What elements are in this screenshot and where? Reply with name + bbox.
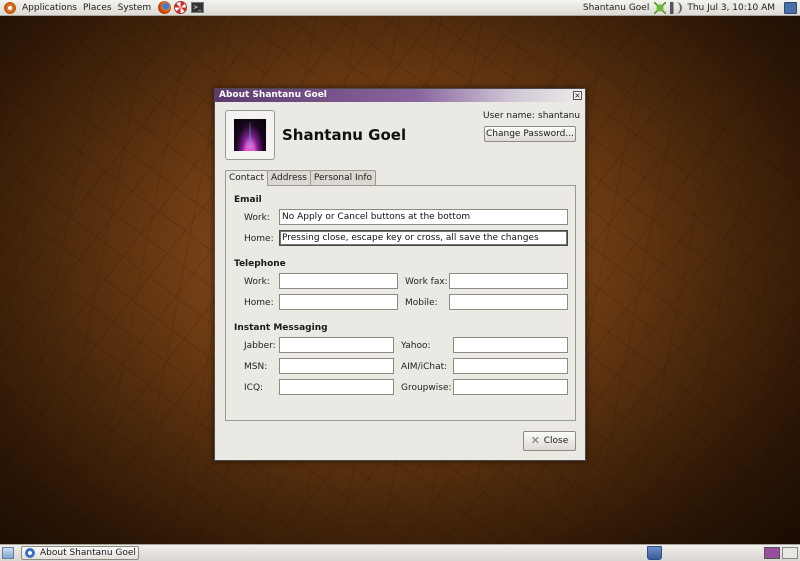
jabber-label: Jabber: <box>244 341 276 351</box>
telephone-section-title: Telephone <box>234 259 286 269</box>
groupwise-field[interactable] <box>453 379 568 395</box>
tab-personal-info[interactable]: Personal Info <box>309 170 377 185</box>
window-close-icon[interactable]: × <box>573 91 582 100</box>
phone-work-field[interactable] <box>279 273 398 289</box>
work-fax-label: Work fax: <box>405 277 448 287</box>
window-titlebar[interactable]: About Shantanu Goel × <box>215 89 585 102</box>
window-title: About Shantanu Goel <box>219 90 327 100</box>
phone-home-field[interactable] <box>279 294 398 310</box>
tab-address[interactable]: Address <box>267 170 311 185</box>
firefox-launcher-icon[interactable] <box>158 1 172 14</box>
yahoo-label: Yahoo: <box>401 341 431 351</box>
help-launcher-icon[interactable] <box>174 1 188 14</box>
ubuntu-logo-icon <box>4 1 16 14</box>
top-panel: Applications Places System >_ Shantanu G… <box>0 0 800 16</box>
aim-field[interactable] <box>453 358 568 374</box>
im-section-title: Instant Messaging <box>234 323 328 333</box>
applications-menu[interactable]: Applications <box>19 0 80 16</box>
email-section-title: Email <box>234 195 262 205</box>
taskbar-window-button[interactable]: About Shantanu Goel <box>21 546 139 560</box>
icq-label: ICQ: <box>244 383 264 393</box>
icq-field[interactable] <box>279 379 394 395</box>
phone-work-label: Work: <box>244 277 270 287</box>
email-work-label: Work: <box>244 213 270 223</box>
username-label: User name: <box>483 111 535 121</box>
trash-icon[interactable] <box>647 546 662 560</box>
network-icon[interactable] <box>654 2 667 14</box>
contact-panel: Email Work: No Apply or Cancel buttons a… <box>225 185 576 421</box>
email-work-field[interactable]: No Apply or Cancel buttons at the bottom <box>279 209 568 225</box>
email-home-label: Home: <box>244 234 274 244</box>
close-icon: ✕ <box>530 434 540 447</box>
workspace-2[interactable] <box>782 547 798 559</box>
tab-contact[interactable]: Contact <box>225 170 269 186</box>
mobile-field[interactable] <box>449 294 568 310</box>
tab-bar: Contact Address Personal Info <box>225 170 377 186</box>
full-name: Shantanu Goel <box>282 126 407 144</box>
yahoo-field[interactable] <box>453 337 568 353</box>
places-menu[interactable]: Places <box>80 0 115 16</box>
jabber-field[interactable] <box>279 337 394 353</box>
clock[interactable]: Thu Jul 3, 10:10 AM <box>684 3 778 13</box>
about-me-dialog: About Shantanu Goel × Shantanu Goel User… <box>214 88 586 461</box>
user-switcher[interactable]: Shantanu Goel <box>580 3 652 13</box>
close-button-label: Close <box>543 436 569 446</box>
aim-label: AIM/iChat: <box>401 362 448 372</box>
about-me-icon <box>25 548 35 558</box>
change-password-button[interactable]: Change Password... <box>484 126 576 142</box>
system-menu[interactable]: System <box>115 0 155 16</box>
bottom-panel: About Shantanu Goel <box>0 544 800 561</box>
work-fax-field[interactable] <box>449 273 568 289</box>
terminal-launcher-icon[interactable]: >_ <box>191 2 205 13</box>
workspace-1[interactable] <box>764 547 780 559</box>
groupwise-label: Groupwise: <box>401 383 452 393</box>
shutdown-icon[interactable] <box>784 2 797 14</box>
email-home-field[interactable]: Pressing close, escape key or cross, all… <box>279 230 568 246</box>
volume-icon[interactable] <box>670 2 683 14</box>
username-value: shantanu <box>538 111 581 121</box>
mobile-label: Mobile: <box>405 298 438 308</box>
avatar <box>234 119 266 151</box>
show-desktop-icon[interactable] <box>2 547 14 559</box>
avatar-button[interactable] <box>225 110 275 160</box>
msn-label: MSN: <box>244 362 268 372</box>
phone-home-label: Home: <box>244 298 274 308</box>
close-button[interactable]: ✕ Close <box>523 431 576 451</box>
taskbar-window-label: About Shantanu Goel <box>40 548 136 558</box>
msn-field[interactable] <box>279 358 394 374</box>
